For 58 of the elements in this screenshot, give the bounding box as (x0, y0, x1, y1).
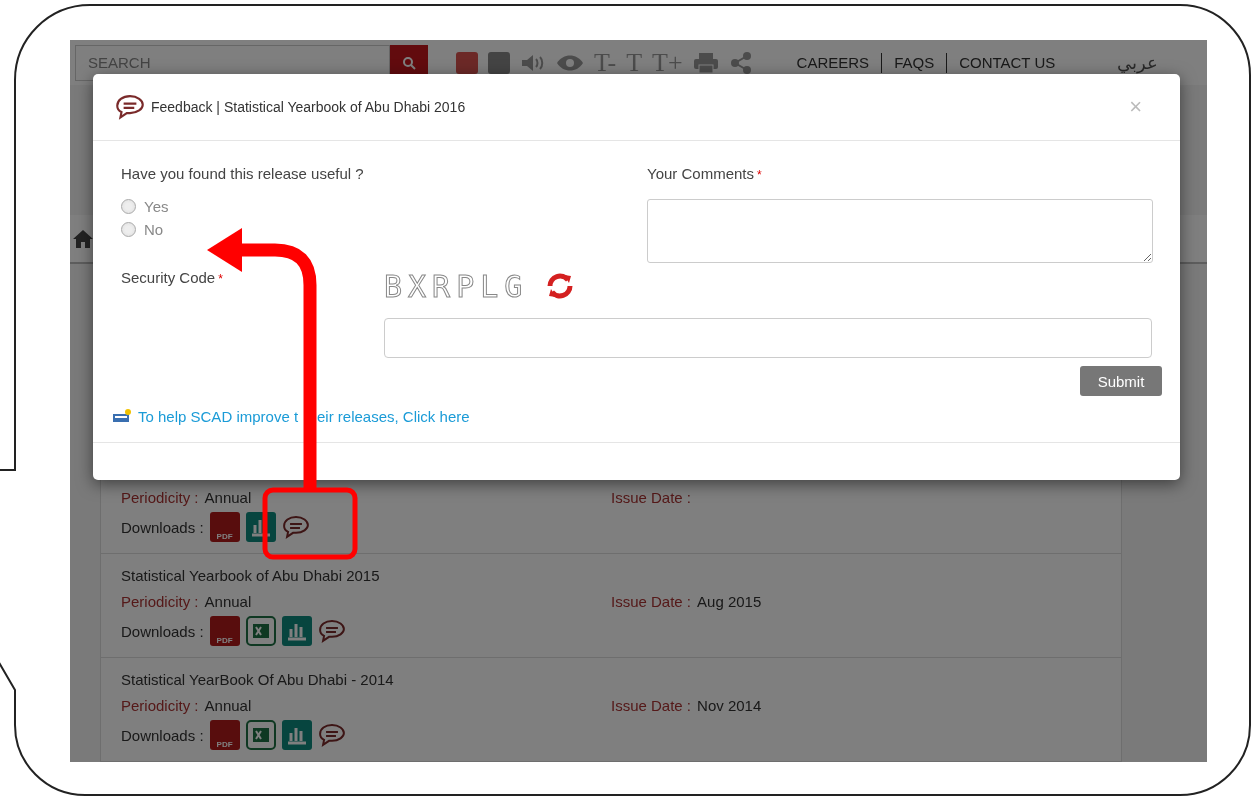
spreadsheet-download-icon[interactable] (245, 616, 276, 646)
radio-label: No (144, 221, 164, 238)
share-icon[interactable] (728, 50, 753, 75)
downloads-label: Downloads : (121, 622, 204, 640)
print-icon[interactable] (692, 51, 719, 74)
periodicity-value: Annual (204, 592, 252, 610)
nav-link[interactable]: FAQS (881, 52, 947, 73)
question-label: Have you found this release useful ? (121, 165, 365, 182)
periodicity-label: Periodicity : (121, 488, 199, 506)
form-icon (112, 408, 132, 424)
issue-date-value: Nov 2014 (697, 696, 762, 714)
bar-chart-download-icon[interactable] (281, 616, 312, 646)
nav-link[interactable]: CAREERS (784, 52, 882, 73)
search-icon (402, 55, 416, 70)
speaker-icon[interactable] (520, 52, 546, 73)
close-button[interactable]: × (1129, 94, 1158, 120)
periodicity-label: Periodicity : (121, 696, 199, 714)
radio-button[interactable] (121, 199, 136, 214)
eye-icon[interactable] (556, 53, 584, 72)
security-code-field[interactable] (384, 318, 1152, 358)
pdf-download-icon[interactable]: PDF (209, 720, 240, 750)
language-link[interactable]: عربي (1117, 51, 1159, 74)
issue-date-value: Aug 2015 (697, 592, 762, 610)
captcha-text: BXRPLG (384, 268, 529, 304)
nav-link[interactable]: CONTACT US (946, 52, 1068, 73)
periodicity-label: Periodicity : (121, 592, 199, 610)
dialog-title: Feedback | Statistical Yearbook of Abu Dhabi 2016 (151, 99, 467, 115)
radio-button[interactable] (121, 222, 136, 237)
downloads-label: Downloads : (121, 726, 204, 744)
release-title: Statistical Yearbook of Abu Dhabi 2015 (121, 566, 381, 586)
speech-bubble-icon[interactable] (281, 515, 310, 539)
issue-date-label: Issue Date : (611, 488, 692, 506)
release-title: Statistical YearBook Of Abu Dhabi - 2014 (121, 670, 395, 690)
pdf-download-icon[interactable]: PDF (209, 616, 240, 646)
pdf-download-icon[interactable]: PDF (209, 512, 240, 542)
speech-bubble-icon[interactable] (317, 723, 346, 747)
theme-square[interactable] (488, 51, 510, 74)
spreadsheet-download-icon[interactable] (245, 720, 276, 750)
help-link[interactable]: To help SCAD improve t (138, 407, 301, 425)
comments-field[interactable] (647, 199, 1153, 263)
comments-label: Your Comments (647, 165, 754, 182)
required-mark: * (757, 168, 762, 182)
downloads-label: Downloads : (121, 518, 204, 536)
submit-button[interactable]: Submit (1080, 366, 1162, 396)
periodicity-value: Annual (204, 696, 252, 714)
refresh-icon[interactable] (546, 272, 575, 300)
security-code-label: Security Code (121, 269, 216, 286)
periodicity-value: Annual (204, 488, 252, 506)
home-icon[interactable] (72, 227, 94, 250)
theme-square[interactable] (456, 51, 478, 74)
issue-date-label: Issue Date : (611, 592, 692, 610)
radio-label: Yes (144, 198, 169, 215)
help-link[interactable]: eir releases, Click here (317, 407, 470, 425)
required-mark: * (218, 272, 223, 286)
speech-bubble-icon[interactable] (115, 94, 145, 120)
speech-bubble-icon[interactable] (317, 619, 346, 643)
bar-chart-download-icon[interactable] (281, 720, 312, 750)
issue-date-label: Issue Date : (611, 696, 692, 714)
